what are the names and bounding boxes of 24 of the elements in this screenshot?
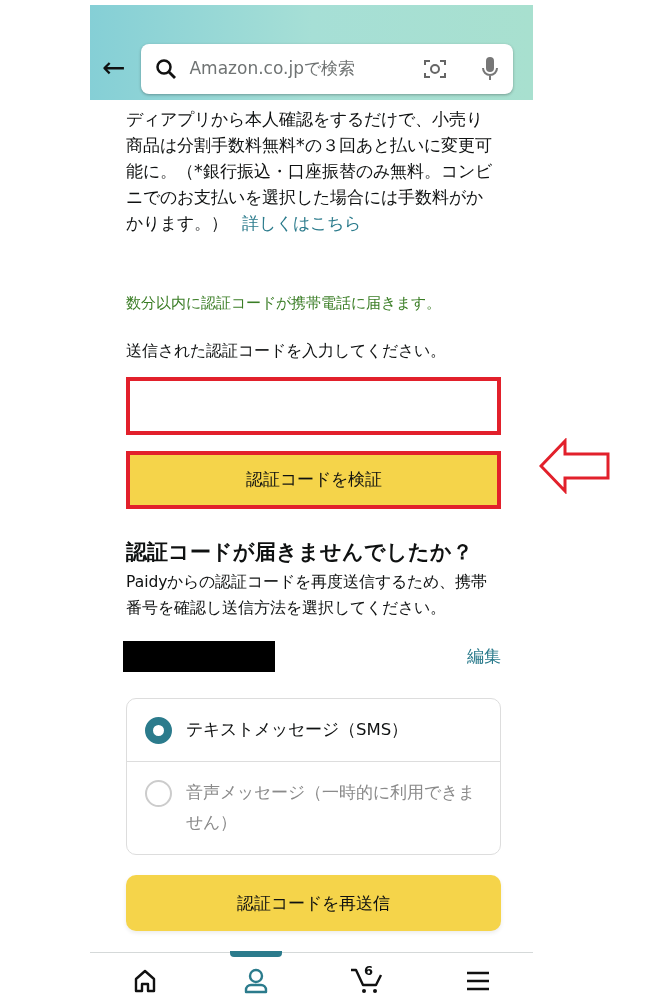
details-link[interactable]: 詳しくはこちら — [242, 213, 361, 233]
menu-icon[interactable] — [465, 970, 490, 991]
section-heading: 認証コードが届きませんでしたか？ — [126, 538, 474, 566]
option-label: 音声メッセージ（一時的に利用できません） — [186, 782, 476, 835]
option-label[interactable]: テキストメッセージ（SMS） — [186, 715, 409, 746]
code-input-field[interactable] — [126, 376, 501, 435]
pointer-arrow-icon — [539, 438, 611, 494]
status-message: 数分以内に認証コードが携帯電話に届きます。 — [126, 293, 442, 314]
search-field[interactable]: Amazon.co.jpで検索 — [141, 44, 513, 94]
back-button[interactable]: ← — [102, 54, 126, 94]
edit-link[interactable]: 編集 — [467, 644, 501, 670]
cart-icon[interactable] — [349, 967, 384, 994]
person-icon[interactable] — [243, 967, 270, 994]
microphone-icon[interactable] — [481, 56, 499, 82]
notice-paragraph: ディアプリから本人確認をするだけで、小売り商品は分割手数料無料*の３回あと払いに変更可能に。（*銀行振込・口座振替のみ無料。コンビニでのお支払いを選択した場合には手数料がかかります。） 詳しくはこちら — [126, 108, 493, 235]
radio-button[interactable] — [145, 717, 172, 745]
home-icon[interactable] — [133, 968, 158, 993]
search-icon — [155, 58, 178, 80]
code-prompt: 送信された認証コードを入力してください。 — [126, 339, 447, 362]
resend-code-button[interactable]: 認証コードを再送信 — [126, 875, 501, 932]
camera-icon[interactable] — [423, 58, 447, 80]
section-description: Paidyからの認証コードを再度送信するため、携帯番号を確認し送信方法を選択してください。 — [126, 572, 489, 620]
verify-code-button[interactable]: 認証コードを検証 — [126, 450, 501, 509]
cart-count: 6 — [363, 962, 373, 981]
